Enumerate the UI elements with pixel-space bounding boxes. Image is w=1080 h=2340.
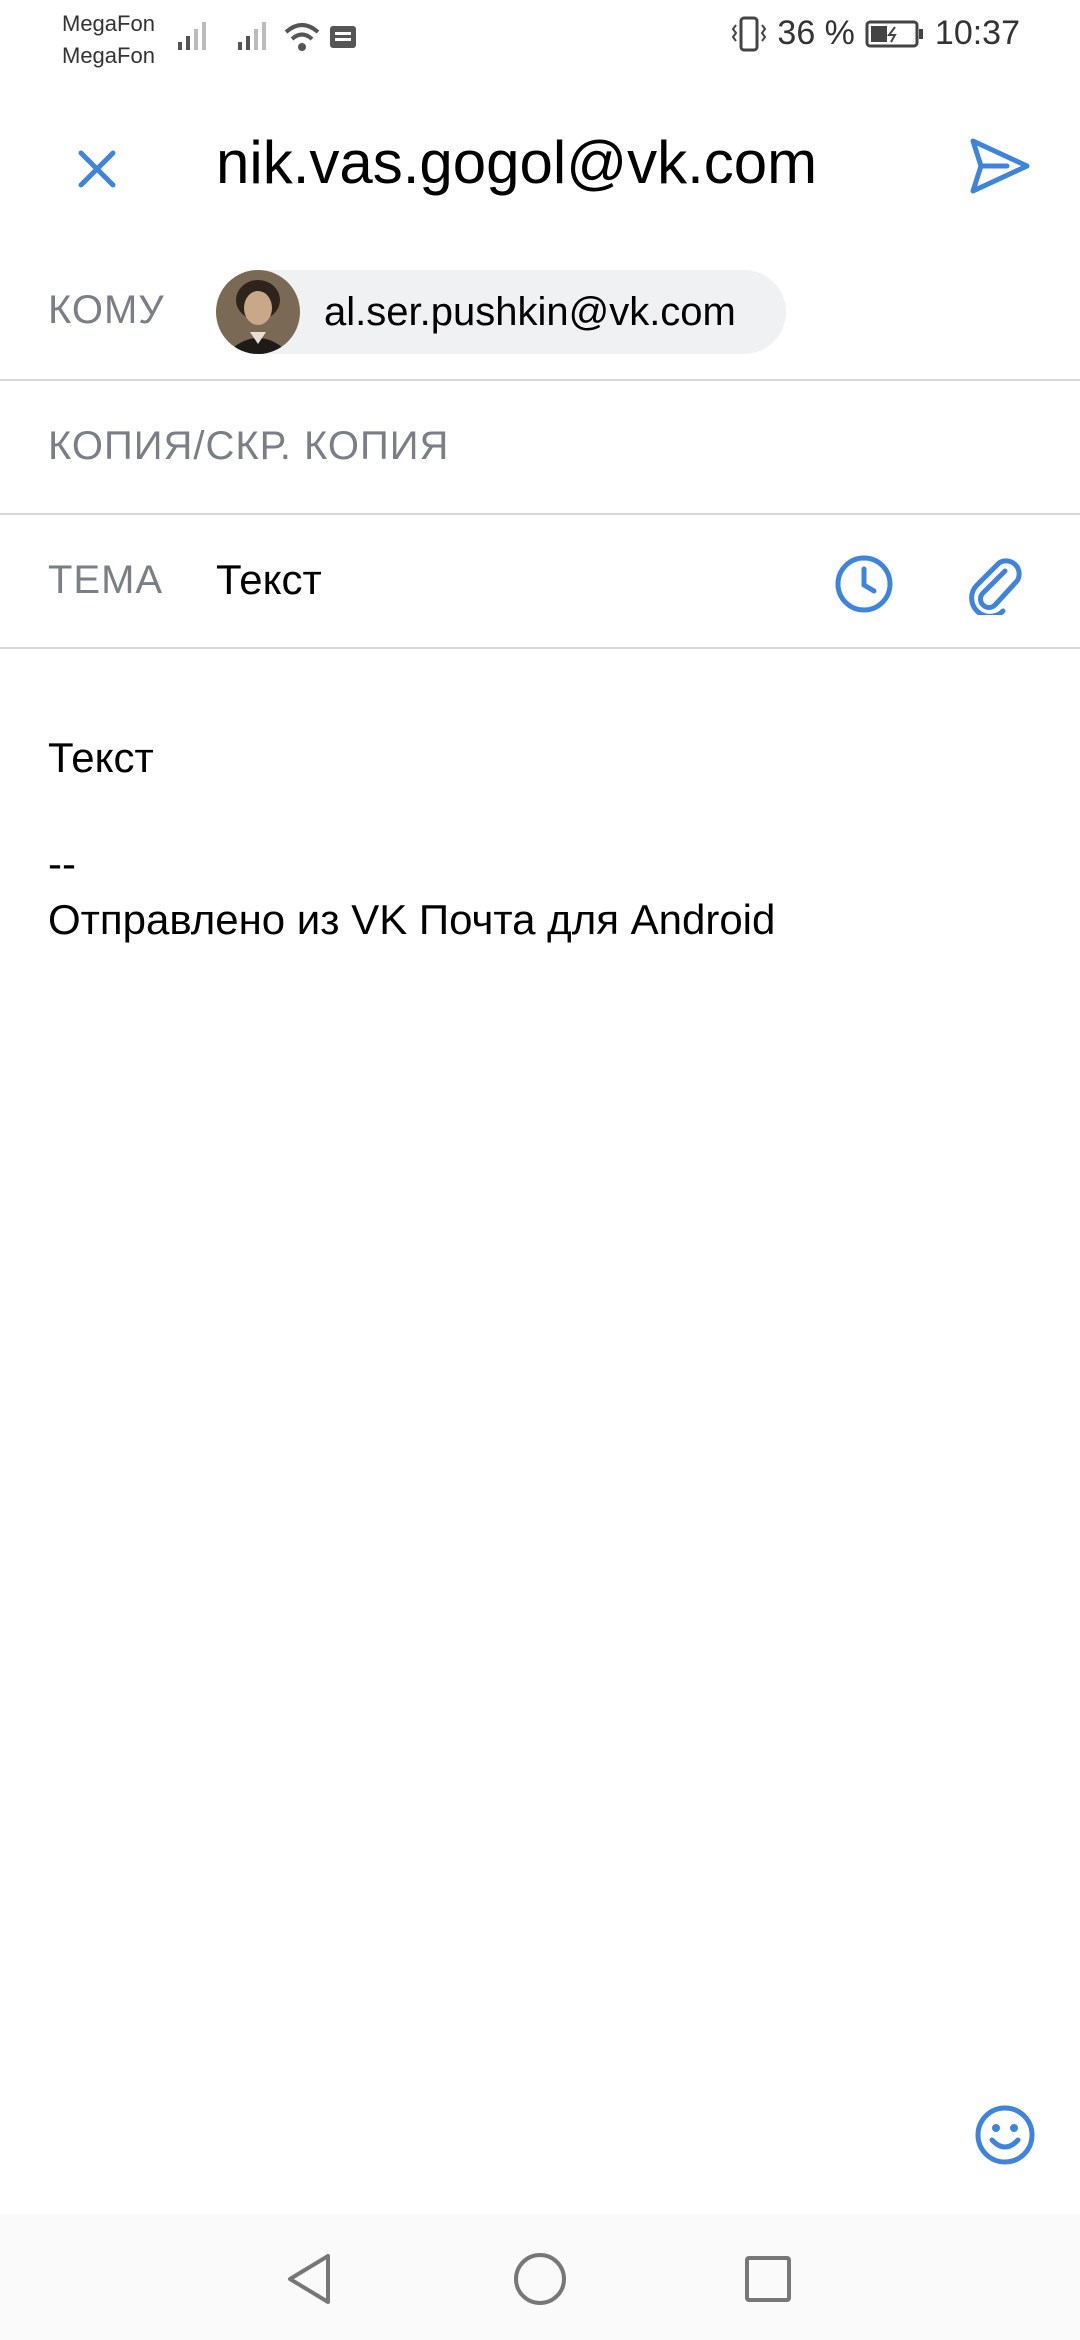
home-circle-icon xyxy=(514,2253,566,2305)
clock-icon xyxy=(835,555,893,613)
to-label: КОМУ xyxy=(48,288,165,332)
cc-bcc-row[interactable]: КОПИЯ/СКР. КОПИЯ xyxy=(0,380,1080,515)
body-text: Текст xyxy=(48,734,154,781)
status-bar: MegaFon MegaFon 36 % 10:37 xyxy=(0,0,1080,76)
battery-percent: 36 % xyxy=(777,14,855,52)
carrier-names: MegaFon MegaFon xyxy=(62,8,155,72)
home-button[interactable] xyxy=(505,2244,575,2314)
attach-button[interactable] xyxy=(958,546,1034,622)
close-button[interactable] xyxy=(62,134,132,204)
recents-square-icon xyxy=(745,2256,791,2302)
send-button[interactable] xyxy=(960,126,1040,206)
signal-icon-2 xyxy=(238,22,266,50)
smiley-icon xyxy=(975,2105,1035,2165)
compose-header: nik.vas.gogol@vk.com xyxy=(0,76,1080,246)
signature-text: Отправлено из VK Почта для Android xyxy=(48,896,776,943)
cc-bcc-label: КОПИЯ/СКР. КОПИЯ xyxy=(48,424,450,468)
sender-address[interactable]: nik.vas.gogol@vk.com xyxy=(216,128,817,197)
message-icon xyxy=(330,26,356,48)
vibrate-icon xyxy=(732,16,767,51)
status-right: 36 % 10:37 xyxy=(731,14,1020,53)
to-row[interactable]: КОМУ al.ser.pushkin@vk.com xyxy=(0,246,1080,381)
subject-row: ТЕМА Текст xyxy=(0,514,1080,649)
battery-icon xyxy=(865,20,923,47)
subject-input[interactable]: Текст xyxy=(216,556,322,604)
carrier-1: MegaFon xyxy=(62,11,155,36)
signature-separator: -- xyxy=(48,840,76,887)
paperclip-icon xyxy=(969,558,1022,615)
message-body[interactable]: Текст -- Отправлено из VK Почта для Andr… xyxy=(48,730,1028,948)
system-nav-bar xyxy=(0,2214,1080,2340)
wifi-icon xyxy=(284,23,320,51)
clock-time: 10:37 xyxy=(934,14,1020,52)
avatar xyxy=(216,270,300,354)
signal-icon xyxy=(178,22,206,50)
subject-label: ТЕМА xyxy=(48,558,164,602)
close-icon xyxy=(78,150,116,188)
recents-button[interactable] xyxy=(733,2244,803,2314)
recipient-chip[interactable]: al.ser.pushkin@vk.com xyxy=(216,270,786,354)
recipient-address: al.ser.pushkin@vk.com xyxy=(324,289,736,334)
back-triangle-icon xyxy=(288,2254,330,2304)
schedule-send-button[interactable] xyxy=(826,546,902,622)
back-button[interactable] xyxy=(274,2244,344,2314)
carrier-2: MegaFon xyxy=(62,43,155,68)
emoji-button[interactable] xyxy=(970,2100,1040,2170)
send-icon xyxy=(970,138,1030,194)
